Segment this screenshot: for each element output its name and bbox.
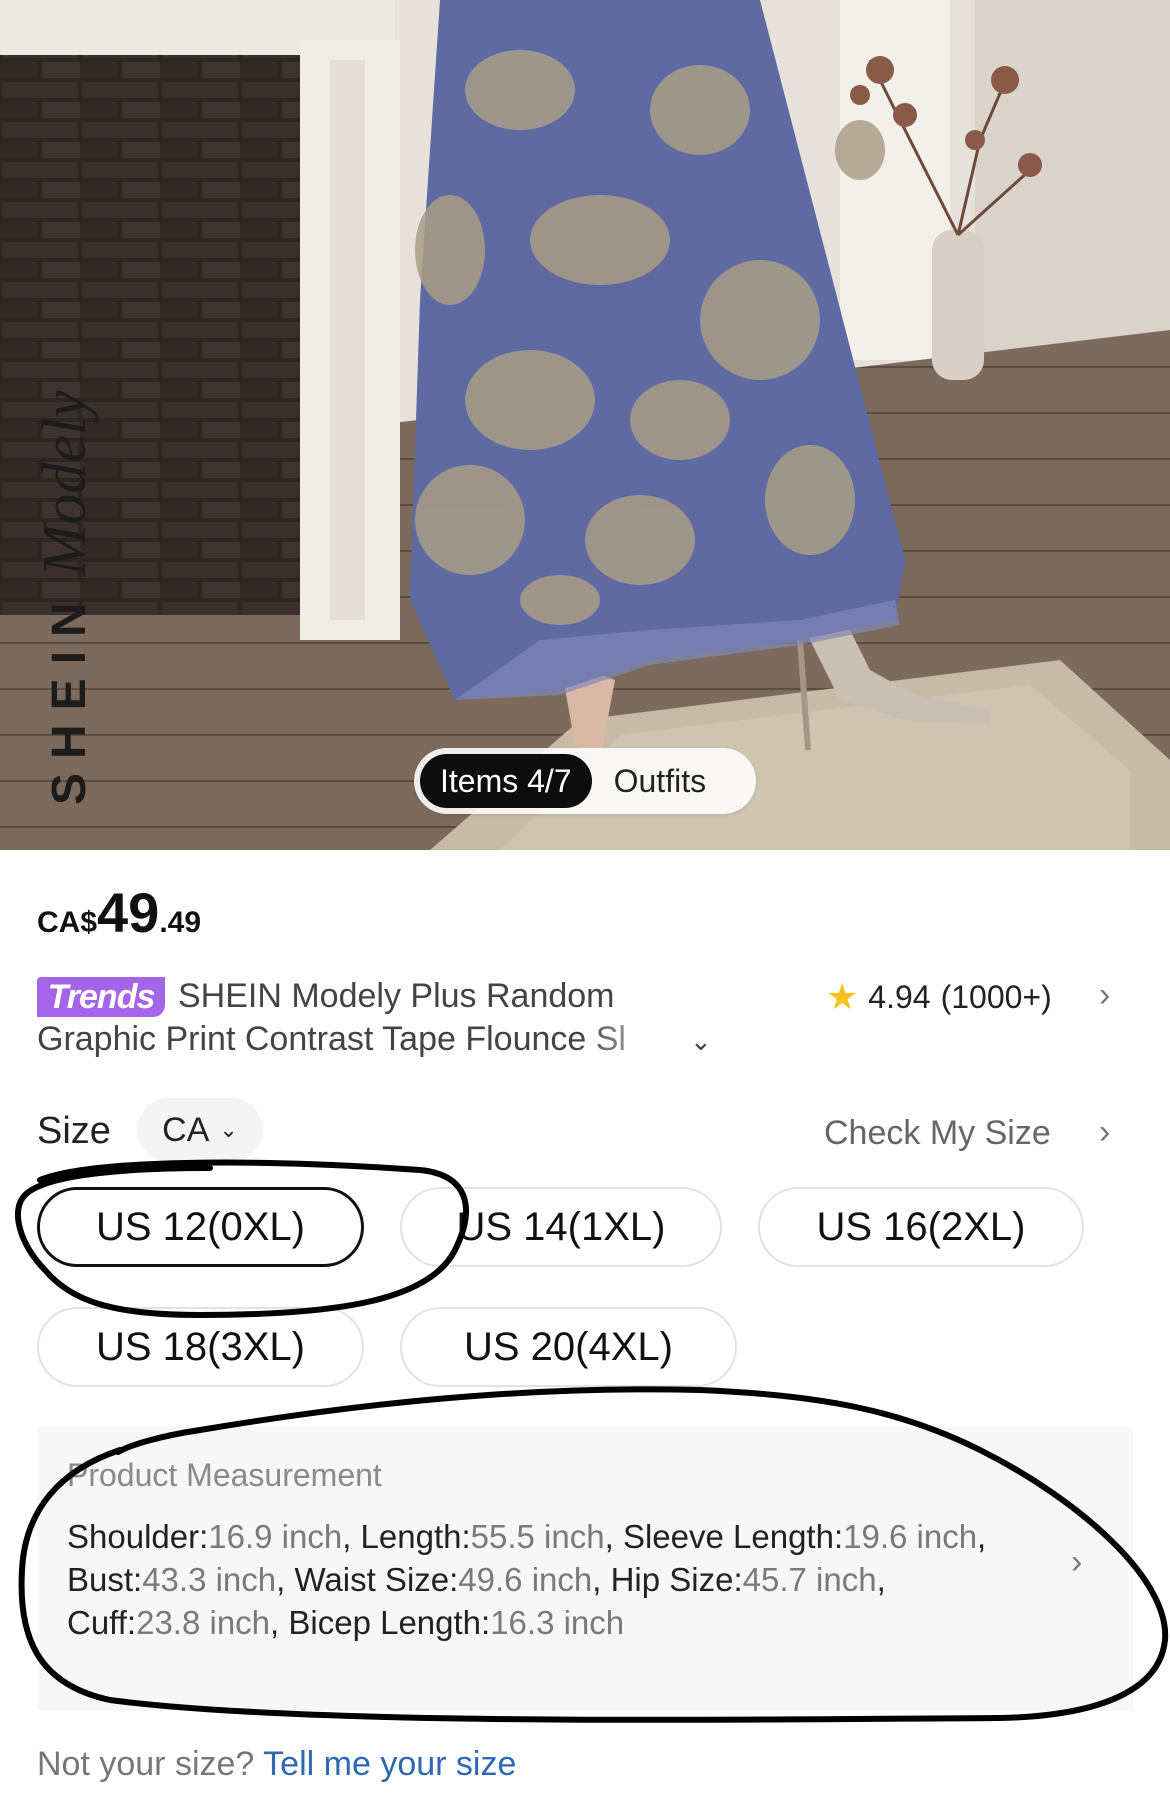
not-your-size-prompt: Not your size? <box>37 1745 255 1783</box>
watermark-brand: SHEIN <box>43 588 96 805</box>
measure-value-hip: 45.7 inch <box>742 1561 877 1598</box>
measure-value-bust: 43.3 inch <box>142 1561 277 1598</box>
gallery-outfits-tab[interactable]: Outfits <box>614 763 706 800</box>
size-label: Size <box>37 1110 111 1152</box>
price: CA$ 49 .49 <box>37 880 201 945</box>
not-your-size: Not your size? Tell me your size <box>37 1745 516 1784</box>
product-image[interactable]: SHEIN Modely Items 4/7 Outfits <box>0 0 1170 850</box>
check-my-size-link[interactable]: Check My Size <box>824 1114 1051 1153</box>
size-option-us12[interactable]: US 12(0XL) <box>37 1187 364 1267</box>
size-region-select[interactable]: CA ⌄ <box>137 1098 263 1162</box>
rating[interactable]: ★ 4.94 (1000+) <box>826 976 1052 1018</box>
measure-value-waist: 49.6 inch <box>458 1561 593 1598</box>
rating-value: 4.94 <box>868 978 931 1015</box>
measure-label-bicep: Bicep Length: <box>288 1604 491 1641</box>
measure-value-sleeve-length: 19.6 inch <box>843 1518 978 1555</box>
measure-label-sleeve-length: Sleeve Length: <box>622 1518 844 1555</box>
measure-label-length: Length: <box>360 1518 471 1555</box>
chevron-right-icon[interactable]: › <box>1099 976 1110 1015</box>
tell-me-your-size-link[interactable]: Tell me your size <box>263 1745 516 1783</box>
size-region-value: CA <box>162 1110 210 1149</box>
gallery-toggle: Items 4/7 Outfits <box>414 748 756 814</box>
size-option-us18[interactable]: US 18(3XL) <box>37 1307 364 1387</box>
chevron-down-icon: ⌄ <box>219 1117 238 1142</box>
measurement-title: Product Measurement <box>67 1457 382 1493</box>
price-decimal: .49 <box>159 906 202 939</box>
measure-label-cuff: Cuff: <box>67 1604 137 1641</box>
measure-value-length: 55.5 inch <box>470 1518 605 1555</box>
size-option-us20[interactable]: US 20(4XL) <box>400 1307 737 1387</box>
measure-value-bicep: 16.3 inch <box>490 1604 625 1641</box>
measure-label-hip: Hip Size: <box>610 1561 743 1598</box>
chevron-down-icon[interactable]: ⌄ <box>690 1026 712 1057</box>
size-option-us14[interactable]: US 14(1XL) <box>400 1187 722 1267</box>
watermark-subbrand: Modely <box>31 390 99 577</box>
measurement-list: Shoulder:16.9 inch, Length:55.5 inch, Sl… <box>67 1518 987 1641</box>
trends-badge[interactable]: Trends <box>37 977 165 1017</box>
price-integer: 49 <box>97 881 160 944</box>
measure-label-waist: Waist Size: <box>294 1561 459 1598</box>
chevron-right-icon[interactable]: › <box>1071 1543 1082 1582</box>
product-measurement-card[interactable]: Product Measurement Shoulder:16.9 inch, … <box>37 1427 1133 1711</box>
size-option-us16[interactable]: US 16(2XL) <box>758 1187 1084 1267</box>
product-photo <box>0 0 1170 850</box>
measure-label-shoulder: Shoulder: <box>67 1518 209 1555</box>
chevron-right-icon[interactable]: › <box>1099 1113 1110 1152</box>
product-title-line2: Graphic Print Contrast Tape Flounce Sl <box>37 1020 626 1058</box>
measure-value-cuff: 23.8 inch <box>136 1604 271 1641</box>
price-currency: CA$ <box>37 906 98 939</box>
measure-label-bust: Bust: <box>67 1561 143 1598</box>
brand-watermark: SHEIN Modely <box>30 390 101 805</box>
measure-value-shoulder: 16.9 inch <box>208 1518 343 1555</box>
rating-count: (1000+) <box>940 978 1052 1015</box>
star-icon: ★ <box>826 976 859 1017</box>
gallery-items-tab[interactable]: Items 4/7 <box>420 754 592 808</box>
